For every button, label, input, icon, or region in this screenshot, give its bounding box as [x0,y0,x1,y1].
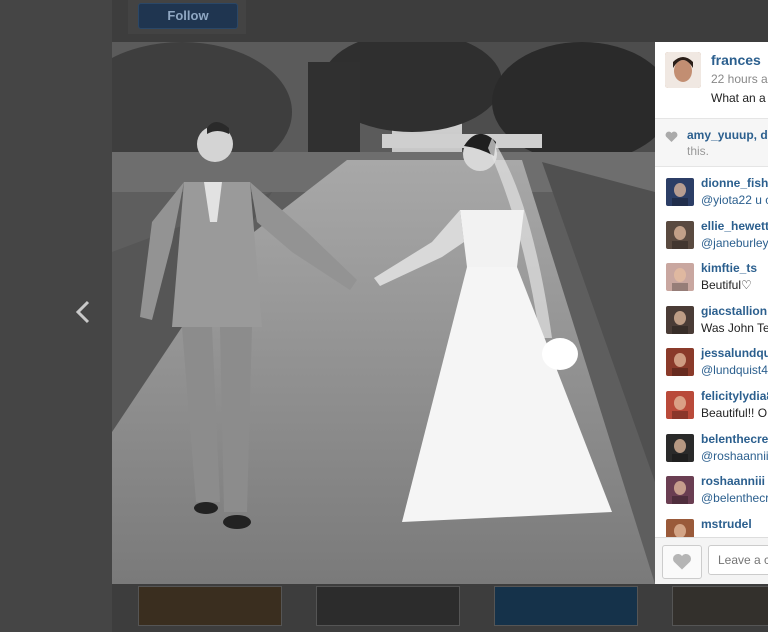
comment-text: Was John Te [701,320,768,335]
comment-username[interactable]: belenthecre [701,432,768,446]
commenter-avatar[interactable] [666,476,694,505]
comment-item: felicitylydia8 Beautiful!! O [655,387,768,429]
commenter-avatar[interactable] [666,433,694,462]
author-avatar[interactable] [665,52,701,88]
commenter-avatar[interactable] [666,305,694,334]
comment-item: jessalundqu @lundquist4 [655,344,768,386]
comment-text: @belenthecr [701,491,768,506]
comment-text: @yiota22 u c [701,193,768,207]
comment-text: @lundquist4 [701,363,768,378]
comment-item: roshaanniii @belenthecr [655,472,768,514]
commenter-avatar[interactable] [666,220,694,249]
likers-list[interactable]: amy_yuuup, di [687,128,768,142]
comment-item: dionne_fish @yiota22 u c [655,174,768,216]
comment-username[interactable]: giacstallion [701,304,767,318]
comment-username[interactable]: felicitylydia8 [701,389,768,403]
comment-footer [655,537,768,584]
comment-text: Beautiful!! O [701,406,768,420]
comment-item: kimftie_ts Beutiful♡ [655,259,768,301]
comment-item: ellie_hewett @janeburley [655,217,768,259]
comment-username[interactable]: ellie_hewett [701,219,768,233]
commenter-avatar[interactable] [666,178,694,206]
comment-username[interactable]: jessalundqu [701,346,768,360]
post-detail-panel: frances 22 hours a What an a amy_yuuup, … [655,42,768,584]
comment-text: @janeburley [701,235,768,250]
comment-text: @roshaanniii [701,448,768,463]
backdrop-thumbnail[interactable] [138,586,282,626]
comment-username[interactable]: roshaanniii [701,474,765,488]
comment-username[interactable]: mstrudel [701,517,752,531]
comment-username[interactable]: dionne_fish [701,176,768,190]
post-photo [112,42,655,584]
post-timestamp: 22 hours a [711,72,768,86]
post-author-header: frances 22 hours a What an a [655,42,768,118]
comment-input[interactable] [708,545,768,575]
comment-username[interactable]: kimftie_ts [701,261,757,275]
comment-item: belenthecre @roshaanniii [655,430,768,472]
comment-text: Beutiful♡ [701,278,752,293]
commenter-avatar[interactable] [666,263,694,292]
backdrop-thumbnail[interactable] [672,586,768,626]
comment-item: giacstallion Was John Te [655,302,768,344]
author-username[interactable]: frances [711,52,761,68]
backdrop-thumbnail[interactable] [494,586,638,626]
post-caption: What an a [711,91,766,105]
previous-arrow-icon[interactable] [72,296,96,328]
backdrop-thumbnail[interactable] [316,586,460,626]
heart-icon [665,131,678,142]
like-button[interactable] [662,545,702,579]
likes-summary: amy_yuuup, di this. [655,118,768,167]
heart-icon [673,553,691,570]
likes-suffix: this. [687,144,710,158]
follow-button[interactable]: Follow [138,3,238,29]
commenter-avatar[interactable] [666,391,694,419]
commenter-avatar[interactable] [666,348,694,377]
